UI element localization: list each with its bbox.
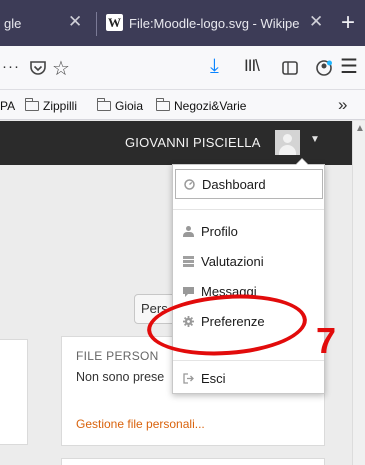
tab-title: gle [4,16,22,31]
page-actions-icon[interactable]: ··· [2,58,20,75]
menu-item-label: Profilo [201,224,238,239]
block-body-text: Non sono prese [76,370,165,384]
avatar[interactable] [275,130,300,155]
account-icon[interactable] [314,58,334,78]
bookmark-label: Negozi&Varie [174,99,247,113]
wikipedia-favicon-icon: W [106,14,123,31]
manage-files-link[interactable]: Gestione file personali... [76,417,205,431]
download-icon[interactable]: ⤓ [210,55,230,77]
browser-tab-wikipedia[interactable]: W File:Moodle-logo.svg - Wikipe ✕ [103,0,331,46]
user-icon [183,226,194,237]
bookmark-folder-negozi[interactable]: Negozi&Varie [156,98,247,113]
close-tab-icon[interactable]: ✕ [68,12,82,32]
menu-divider [173,209,324,210]
menu-item-label: Esci [201,371,226,386]
menu-item-label: Valutazioni [201,254,264,269]
logout-icon [183,373,194,384]
browser-toolbar: ··· ☆ ⤓ III\ ☰ [0,46,365,90]
next-block-card [61,458,325,465]
folder-icon [156,98,170,111]
menu-item-profile[interactable]: Profilo [175,217,323,247]
menu-item-label: Dashboard [202,177,266,192]
tab-separator [96,12,97,36]
block-title: FILE PERSON [76,349,159,363]
bookmark-label: Gioia [115,99,144,113]
bookmark-folder-gioia[interactable]: Gioia [97,98,144,113]
bookmark-item[interactable]: PA [0,99,15,113]
bookmarks-overflow-icon[interactable]: » [338,95,347,115]
folder-icon [25,98,39,111]
pocket-icon[interactable] [28,58,48,78]
hamburger-menu-icon[interactable]: ☰ [340,54,360,78]
close-tab-icon[interactable]: ✕ [309,12,323,32]
annotation-step-number: 7 [316,320,337,361]
browser-tab-google[interactable]: gle ✕ [0,0,98,46]
dashboard-icon [184,179,195,190]
bookmark-label: Zippilli [43,99,78,113]
menu-divider [173,360,324,361]
messages-icon [183,286,194,297]
page-scrollbar[interactable]: ▲ [352,121,365,465]
user-dropdown-menu: Dashboard Profilo Valutazioni Messaggi P… [172,158,325,394]
menu-item-dashboard[interactable]: Dashboard [175,169,323,199]
browser-tab-strip: gle ✕ W File:Moodle-logo.svg - Wikipe ✕ … [0,0,365,46]
user-name[interactable]: GIOVANNI PISCIELLA [125,135,261,150]
chevron-down-icon[interactable]: ▼ [310,134,320,145]
left-block-card [0,339,28,445]
bookmark-star-icon[interactable]: ☆ [52,56,72,80]
bookmark-folder-zippilli[interactable]: Zippilli [25,98,78,113]
reader-view-icon[interactable] [280,58,300,78]
library-icon[interactable]: III\ [244,56,264,76]
new-tab-button[interactable]: + [334,8,362,38]
menu-item-grades[interactable]: Valutazioni [175,247,323,277]
bookmark-label: PA [0,99,16,113]
folder-icon [97,98,111,111]
scroll-up-arrow-icon[interactable]: ▲ [355,123,365,134]
menu-item-logout[interactable]: Esci [175,364,323,394]
grades-table-icon [183,256,194,267]
bookmarks-bar: PA Zippilli Gioia Negozi&Varie » [0,90,365,120]
tab-title: File:Moodle-logo.svg - Wikipe [129,16,300,31]
